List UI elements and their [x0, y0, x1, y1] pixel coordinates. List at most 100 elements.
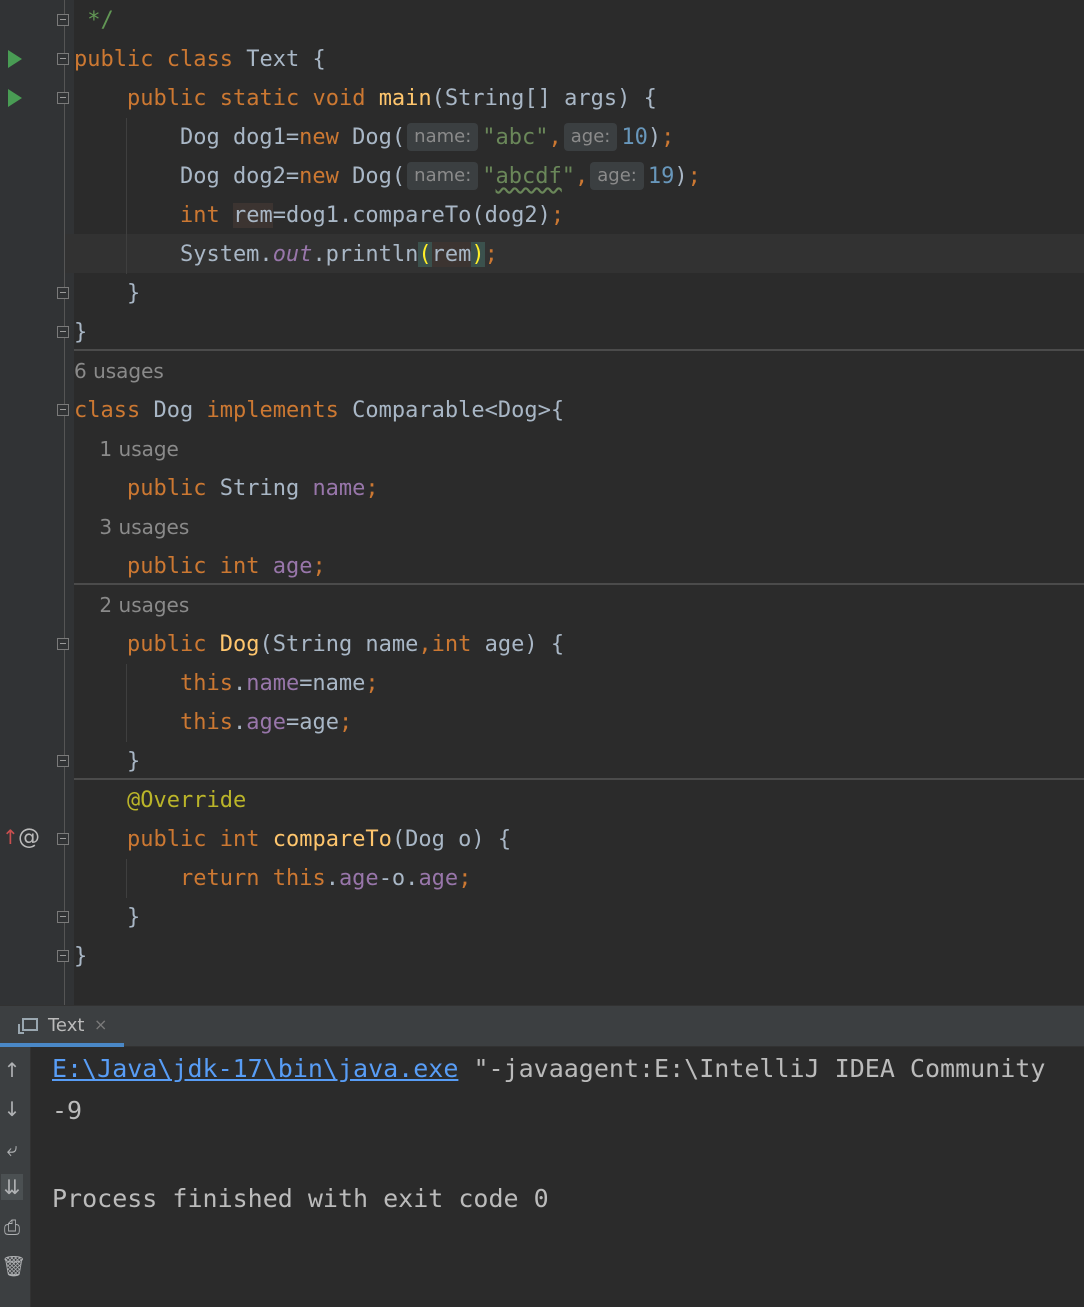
code-token: =name	[299, 671, 366, 696]
code-line[interactable]: }	[74, 274, 140, 313]
close-icon[interactable]: ×	[94, 1015, 107, 1034]
scroll-down-icon[interactable]: ↓	[1, 1096, 23, 1122]
code-line[interactable]: public int compareTo(Dog o) {	[74, 820, 511, 859]
code-token: "abc"	[482, 125, 549, 150]
code-line[interactable]: */	[74, 1, 114, 40]
fold-marker-icon[interactable]	[57, 833, 69, 845]
fold-marker-icon[interactable]	[57, 638, 69, 650]
code-line[interactable]: this.name=name;	[74, 664, 379, 703]
console-command-line: E:\Java\jdk-17\bin\java.exe "-javaagent:…	[52, 1054, 1045, 1083]
fold-marker-icon[interactable]	[57, 404, 69, 416]
code-token: =age	[285, 710, 339, 735]
code-token: }	[74, 944, 88, 969]
code-token: "	[561, 164, 576, 189]
overriding-method-icon[interactable]: ↑	[2, 825, 19, 849]
soft-wrap-icon[interactable]: ⤶	[1, 1136, 23, 1162]
code-token: System.	[74, 242, 273, 267]
code-token: public	[126, 827, 207, 852]
code-line[interactable]: }	[74, 937, 87, 976]
fold-marker-icon[interactable]	[57, 326, 69, 338]
code-token: Dog	[219, 632, 260, 657]
code-token: }	[74, 905, 141, 930]
code-token: void	[312, 86, 366, 111]
code-token: ;	[550, 203, 565, 228]
at-sign-icon[interactable]: @	[18, 825, 40, 850]
code-token: ,	[575, 164, 589, 189]
code-token: public	[126, 632, 207, 657]
print-icon[interactable]: ⎙	[1, 1214, 23, 1240]
code-token: 19	[647, 164, 675, 189]
code-editor[interactable]: ↑ @ */ public class Text { public static …	[0, 0, 1084, 1005]
code-token: this	[272, 866, 326, 891]
code-line[interactable]: public int age;	[74, 547, 326, 586]
code-line[interactable]: public class Text {	[74, 40, 326, 79]
code-token: Dog	[140, 398, 207, 423]
run-arrow-icon[interactable]	[8, 50, 22, 68]
scroll-to-end-icon[interactable]: ⇊	[1, 1174, 23, 1200]
code-line[interactable]: int rem=dog1.compareTo(dog2);	[74, 196, 564, 235]
code-token: implements	[206, 398, 339, 423]
run-arrow-icon[interactable]	[8, 89, 22, 107]
gutter-separator	[64, 0, 65, 1005]
code-line[interactable]: }	[74, 898, 140, 937]
parameter-hint: age:	[563, 123, 618, 151]
code-line[interactable]: }	[74, 742, 140, 781]
code-token: .	[232, 671, 247, 696]
code-token: ;	[458, 866, 472, 891]
code-token: age	[338, 866, 379, 891]
usages-hint[interactable]: 3 usages	[74, 508, 189, 547]
trash-icon[interactable]: 🗑	[1, 1253, 26, 1279]
code-token: age	[272, 554, 313, 579]
command-args: "-javaagent:E:\IntelliJ IDEA Community	[458, 1054, 1046, 1083]
code-token: age	[246, 710, 286, 735]
code-line[interactable]: class Dog implements Comparable<Dog>{	[74, 391, 564, 430]
code-token: ;	[365, 476, 379, 501]
code-line[interactable]: this.age=age;	[74, 703, 352, 742]
fold-marker-icon[interactable]	[57, 14, 69, 26]
run-tool-window: Text × ↑ ↓ ⤶ ⇊ ⎙ 🗑 E:\Java\jdk-17\bin\ja…	[0, 1005, 1084, 1307]
usages-hint[interactable]: 1 usage	[74, 430, 178, 469]
code-line[interactable]: System.out.println(rem);	[74, 235, 498, 274]
fold-marker-icon[interactable]	[57, 911, 69, 923]
code-token: ;	[484, 242, 498, 267]
fold-marker-icon[interactable]	[57, 287, 69, 299]
java-exe-link[interactable]: E:\Java\jdk-17\bin\java.exe	[52, 1054, 458, 1083]
code-line[interactable]: Dog dog2=new Dog(name: "abcdf", age: 19);	[74, 157, 701, 196]
code-line[interactable]: public Dog(String name,int age) {	[74, 625, 564, 664]
usages-hint[interactable]: 6 usages	[74, 352, 164, 391]
code-token: class	[74, 398, 141, 423]
scroll-up-icon[interactable]: ↑	[1, 1057, 23, 1083]
code-line[interactable]: Dog dog1=new Dog(name: "abc", age: 10);	[74, 118, 674, 157]
fold-marker-icon[interactable]	[57, 755, 69, 767]
fold-marker-icon[interactable]	[57, 92, 69, 104]
usages-hint[interactable]: 2 usages	[74, 586, 189, 625]
code-token: }	[74, 749, 141, 774]
fold-marker-icon[interactable]	[57, 950, 69, 962]
code-token: String	[206, 476, 313, 501]
code-token: out	[272, 242, 313, 267]
code-token: ,	[548, 125, 562, 150]
code-line[interactable]: }	[74, 313, 87, 352]
code-line[interactable]: return this.age-o.age;	[74, 859, 471, 898]
code-line[interactable]: public String name;	[74, 469, 379, 508]
code-token: this	[179, 710, 233, 735]
code-line[interactable]: @Override	[74, 781, 246, 820]
fold-marker-icon[interactable]	[57, 53, 69, 65]
editor-gutter	[0, 0, 74, 1005]
code-line[interactable]: public static void main(String[] args) {	[74, 79, 657, 118]
code-token: }	[74, 281, 141, 306]
code-token: abcdf	[495, 164, 562, 189]
code-token: this	[179, 671, 233, 696]
code-token: public	[126, 476, 207, 501]
tab-text[interactable]: Text ×	[0, 1006, 124, 1047]
